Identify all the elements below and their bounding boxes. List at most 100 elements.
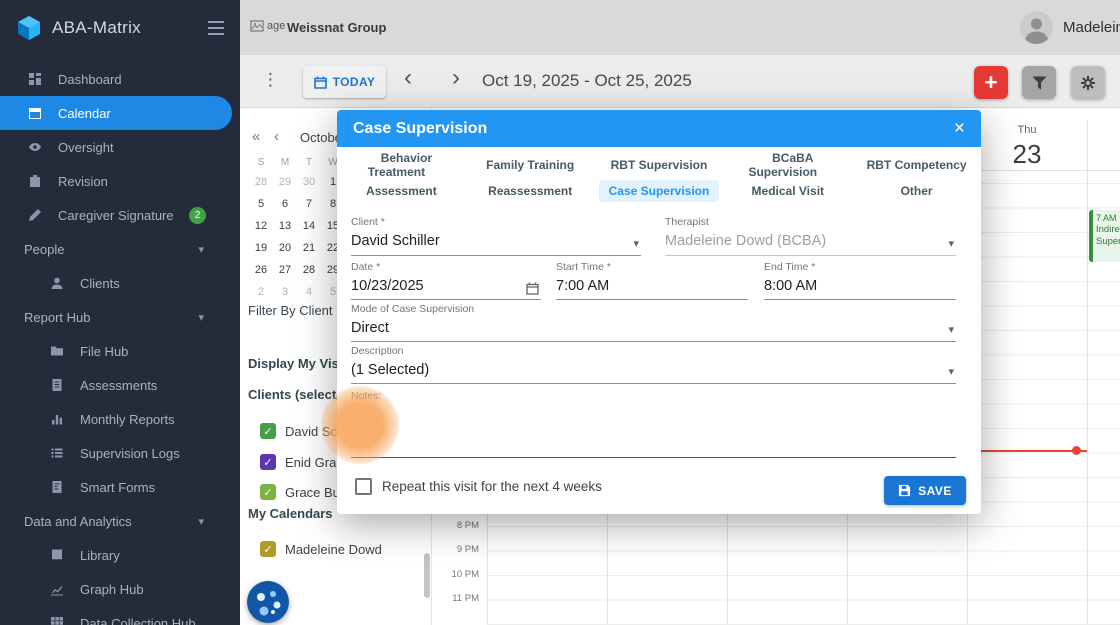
sidebar-item-oversight[interactable]: Oversight [0, 130, 240, 164]
sidebar-item-revision[interactable]: Revision [0, 164, 240, 198]
sidebar-item-library[interactable]: Library [0, 538, 240, 572]
tab-family-training[interactable]: Family Training [466, 158, 595, 172]
calendar-checkbox-row[interactable]: ✓ Madeleine Dowd [260, 540, 382, 558]
mini-calendar-date[interactable]: 4 [297, 281, 321, 303]
tab-case-supervision[interactable]: Case Supervision [595, 184, 724, 198]
sidebar-item-dashboard[interactable]: Dashboard [0, 62, 240, 96]
repeat-visit-row: Repeat this visit for the next 4 weeks [355, 478, 602, 495]
sidebar-item-monthly-reports[interactable]: Monthly Reports [0, 402, 240, 436]
mini-calendar-date[interactable]: 28 [297, 259, 321, 281]
sidebar-section-people[interactable]: People ▾ [0, 232, 240, 266]
mini-calendar-date[interactable]: 7 [297, 193, 321, 215]
tab-label: Behavior Treatment [368, 147, 435, 183]
date-input[interactable]: Date * 10/23/2025 [351, 261, 541, 300]
sidebar-item-label: Monthly Reports [80, 412, 175, 427]
sidebar-item-data-collection-hub[interactable]: Data Collection Hub [0, 606, 240, 625]
previous-week-button[interactable]: ‹ [398, 64, 418, 92]
my-calendars-label: My Calendars [248, 506, 333, 521]
mini-calendar-date[interactable]: 2 [249, 281, 273, 303]
mini-calendar-date[interactable]: 29 [273, 171, 297, 193]
checkbox-checked-icon[interactable]: ✓ [260, 484, 276, 500]
mini-calendar-date[interactable]: 30 [297, 171, 321, 193]
sidebar-section-label: People [24, 242, 64, 257]
day-number-label[interactable]: 23 [967, 139, 1087, 170]
time-axis-label: 11 PM [434, 593, 479, 604]
mini-calendar-date[interactable]: 12 [249, 215, 273, 237]
mini-calendar-date[interactable]: 19 [249, 237, 273, 259]
sidebar-item-clients[interactable]: Clients [0, 266, 240, 300]
mini-calendar-date[interactable]: 3 [273, 281, 297, 303]
time-axis-label: 8 PM [434, 520, 479, 531]
checkbox-checked-icon[interactable]: ✓ [260, 541, 276, 557]
calendar-picker-icon[interactable] [526, 282, 539, 295]
tab-rbt-supervision[interactable]: RBT Supervision [595, 158, 724, 172]
dashboard-icon [28, 72, 44, 86]
theme-widget-button[interactable] [247, 581, 289, 623]
mini-calendar-date[interactable]: 21 [297, 237, 321, 259]
panel-scrollbar[interactable] [424, 553, 430, 598]
tab-other[interactable]: Other [852, 184, 981, 198]
sidebar-section-data-and-analytics[interactable]: Data and Analytics ▾ [0, 504, 240, 538]
sidebar-section-report-hub[interactable]: Report Hub ▾ [0, 300, 240, 334]
mode-select[interactable]: Mode of Case Supervision Direct ▾ [351, 303, 956, 342]
mini-calendar-date[interactable]: 14 [297, 215, 321, 237]
end-time-input[interactable]: End Time * 8:00 AM [764, 261, 956, 300]
tab-label: Family Training [476, 154, 584, 176]
sidebar-item-supervision-logs[interactable]: Supervision Logs [0, 436, 240, 470]
menu-icon[interactable] [208, 21, 224, 35]
filter-button[interactable] [1022, 66, 1056, 99]
current-time-line [967, 450, 1087, 452]
user-avatar[interactable] [1020, 11, 1053, 44]
client-checkbox-row[interactable]: ✓ Grace Bud [260, 483, 347, 501]
checkbox-checked-icon[interactable]: ✓ [260, 454, 276, 470]
notes-input[interactable]: Notes: [351, 390, 956, 458]
start-time-input[interactable]: Start Time * 7:00 AM [556, 261, 748, 300]
checkbox-checked-icon[interactable]: ✓ [260, 423, 276, 439]
settings-button[interactable] [1071, 66, 1105, 99]
sidebar-item-label: Caregiver Signature [58, 208, 174, 223]
mini-calendar-date[interactable]: 26 [249, 259, 273, 281]
repeat-checkbox[interactable] [355, 478, 372, 495]
sidebar-item-file-hub[interactable]: File Hub [0, 334, 240, 368]
save-icon [898, 484, 911, 497]
notes-label: Notes: [351, 390, 956, 402]
sidebar-item-assessments[interactable]: Assessments [0, 368, 240, 402]
mini-calendar-date[interactable]: 5 [249, 193, 273, 215]
mini-calendar-prev-month-icon[interactable]: ‹ [274, 128, 279, 145]
eye-icon [28, 140, 44, 154]
sidebar-item-smart-forms[interactable]: Smart Forms [0, 470, 240, 504]
client-checkbox-row[interactable]: ✓ Enid Grah [260, 453, 344, 471]
next-week-button[interactable]: › [446, 64, 466, 92]
top-header: age Weissnat Group Madeleine [240, 0, 1120, 55]
mini-calendar-date[interactable]: 20 [273, 237, 297, 259]
mini-calendar-date[interactable]: 28 [249, 171, 273, 193]
tab-medical-visit[interactable]: Medical Visit [723, 184, 852, 198]
mini-calendar-date[interactable]: 13 [273, 215, 297, 237]
sidebar-item-calendar[interactable]: Calendar [0, 96, 232, 130]
description-select[interactable]: Description (1 Selected) ▾ [351, 345, 956, 384]
client-checkbox-row[interactable]: ✓ David Sch [260, 422, 344, 440]
close-icon[interactable]: × [954, 119, 965, 138]
tab-assessment[interactable]: Assessment [337, 184, 466, 198]
tab-reassessment[interactable]: Reassessment [466, 184, 595, 198]
therapist-select[interactable]: Therapist Madeleine Dowd (BCBA) ▾ [665, 216, 956, 256]
add-visit-button[interactable]: + [974, 66, 1008, 99]
more-options-icon[interactable]: ⋮ [262, 70, 279, 90]
mini-calendar-prev-year-icon[interactable]: « [252, 128, 260, 145]
save-button[interactable]: SAVE [884, 476, 966, 505]
client-select[interactable]: Client * David Schiller ▾ [351, 216, 641, 256]
mini-calendar-date[interactable]: 27 [273, 259, 297, 281]
sidebar-item-graph-hub[interactable]: Graph Hub [0, 572, 240, 606]
tab-behavior-treatment[interactable]: Behavior Treatment [337, 151, 466, 179]
mini-calendar-date[interactable]: 6 [273, 193, 297, 215]
sidebar-item-label: Calendar [58, 106, 111, 121]
tab-bcaba-supervision[interactable]: BCaBA Supervision [723, 151, 852, 179]
tab-label: RBT Competency [857, 154, 977, 176]
tab-label: RBT Supervision [601, 154, 718, 176]
tab-rbt-competency[interactable]: RBT Competency [852, 158, 981, 172]
sidebar-item-label: Dashboard [58, 72, 122, 87]
sidebar-item-caregiver-signature[interactable]: Caregiver Signature 2 [0, 198, 240, 232]
mode-label: Mode of Case Supervision [351, 303, 956, 315]
today-button[interactable]: TODAY [303, 66, 386, 98]
calendar-event[interactable]: 7 AM Indirect Supervision [1089, 210, 1120, 262]
